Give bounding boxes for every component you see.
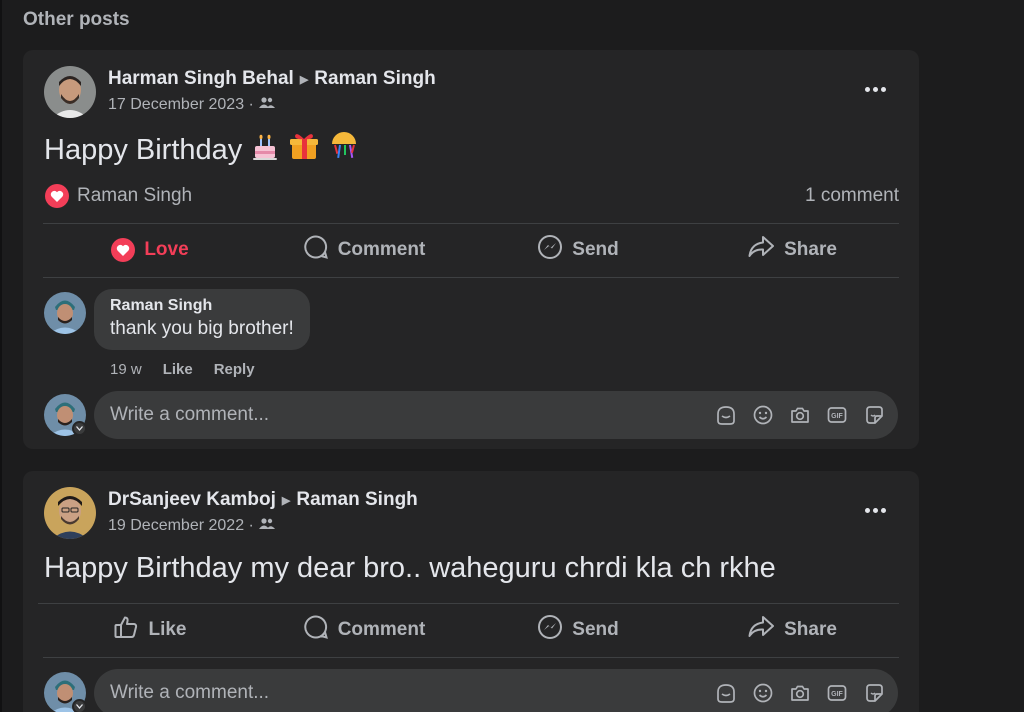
target-name[interactable]: Raman Singh xyxy=(296,489,417,511)
avatar-sticker-icon[interactable] xyxy=(714,681,738,705)
action-bar: Like Comment Send Share xyxy=(43,604,899,656)
reactions-summary: Raman Singh 1 comment xyxy=(45,183,899,209)
comment-placeholder: Write a comment... xyxy=(110,682,270,703)
wrapped-gift-icon xyxy=(280,134,320,166)
chevron-down-icon[interactable] xyxy=(72,421,87,436)
comment-author[interactable]: Raman Singh xyxy=(110,297,294,315)
triangle-right-icon: ▶ xyxy=(299,73,309,86)
more-options-button[interactable] xyxy=(861,78,889,100)
love-icon xyxy=(111,238,136,262)
comment-input[interactable]: Write a comment... GIF xyxy=(94,391,898,439)
post-date[interactable]: 19 December 2022 · xyxy=(108,517,254,535)
chevron-down-icon[interactable] xyxy=(72,699,87,712)
post-text: Happy Birthday xyxy=(44,130,360,167)
love-button[interactable]: Love xyxy=(43,224,257,276)
friends-audience-icon xyxy=(258,517,275,535)
comment-text: thank you big brother! xyxy=(110,318,294,339)
post-meta: 19 December 2022 · xyxy=(108,517,275,535)
friends-audience-icon xyxy=(258,96,275,114)
comment-age[interactable]: 19 w xyxy=(110,361,142,378)
camera-icon[interactable] xyxy=(788,403,812,427)
comment-tools: GIF xyxy=(714,403,886,427)
reaction-name: Raman Singh xyxy=(77,185,193,206)
comment-button[interactable]: Comment xyxy=(257,604,471,656)
share-button[interactable]: Share xyxy=(685,604,899,656)
camera-icon[interactable] xyxy=(788,681,812,705)
thumbs-up-icon xyxy=(113,614,139,646)
comment-bubble-icon xyxy=(303,234,329,266)
section-title: Other posts xyxy=(23,9,130,30)
target-name[interactable]: Raman Singh xyxy=(314,68,435,90)
comment-bubble-icon xyxy=(303,614,329,646)
more-options-button[interactable] xyxy=(861,499,889,521)
send-button[interactable]: Send xyxy=(471,224,685,276)
post-card: DrSanjeev Kamboj ▶ Raman Singh 19 Decemb… xyxy=(23,471,919,712)
like-button[interactable]: Like xyxy=(43,604,257,656)
post-text: Happy Birthday my dear bro.. waheguru ch… xyxy=(44,552,776,584)
action-bar: Love Comment Send Share xyxy=(43,224,899,276)
author-avatar[interactable] xyxy=(44,66,96,118)
confetti-ball-icon xyxy=(320,132,360,166)
messenger-icon xyxy=(537,234,563,266)
post-header: DrSanjeev Kamboj ▶ Raman Singh xyxy=(108,489,418,511)
comment-count[interactable]: 1 comment xyxy=(805,185,899,207)
left-edge xyxy=(0,0,2,712)
send-button[interactable]: Send xyxy=(471,604,685,656)
post-header: Harman Singh Behal ▶ Raman Singh xyxy=(108,68,436,90)
gif-icon[interactable]: GIF xyxy=(825,403,849,427)
commenter-avatar[interactable] xyxy=(44,292,86,334)
gif-icon[interactable]: GIF xyxy=(825,681,849,705)
svg-text:GIF: GIF xyxy=(831,413,843,420)
comment-input[interactable]: Write a comment... GIF xyxy=(94,669,898,712)
messenger-icon xyxy=(537,614,563,646)
comment-tools: GIF xyxy=(714,681,886,705)
divider xyxy=(43,657,899,658)
author-name[interactable]: Harman Singh Behal xyxy=(108,68,294,90)
author-name[interactable]: DrSanjeev Kamboj xyxy=(108,489,276,511)
comment-button[interactable]: Comment xyxy=(257,224,471,276)
comment-bubble: Raman Singh thank you big brother! xyxy=(94,289,310,350)
comment-reply-button[interactable]: Reply xyxy=(214,361,255,378)
author-avatar[interactable] xyxy=(44,487,96,539)
divider xyxy=(43,277,899,278)
avatar-sticker-icon[interactable] xyxy=(714,403,738,427)
share-arrow-icon xyxy=(747,234,775,266)
comment-placeholder: Write a comment... xyxy=(110,404,270,425)
share-button[interactable]: Share xyxy=(685,224,899,276)
triangle-right-icon: ▶ xyxy=(281,494,291,507)
love-reaction-icon xyxy=(45,184,69,208)
comment-like-button[interactable]: Like xyxy=(163,361,193,378)
emoji-icon[interactable] xyxy=(751,403,775,427)
sticker-icon[interactable] xyxy=(862,403,886,427)
sticker-icon[interactable] xyxy=(862,681,886,705)
reaction-by[interactable]: Raman Singh xyxy=(45,184,192,208)
comment-meta: 19 w Like Reply xyxy=(110,361,255,378)
emoji-icon[interactable] xyxy=(751,681,775,705)
svg-text:GIF: GIF xyxy=(831,691,843,698)
post-card: Harman Singh Behal ▶ Raman Singh 17 Dece… xyxy=(23,50,919,449)
post-meta: 17 December 2023 · xyxy=(108,96,275,114)
birthday-cake-icon xyxy=(250,134,280,166)
post-date[interactable]: 17 December 2023 · xyxy=(108,96,254,114)
share-arrow-icon xyxy=(747,614,775,646)
